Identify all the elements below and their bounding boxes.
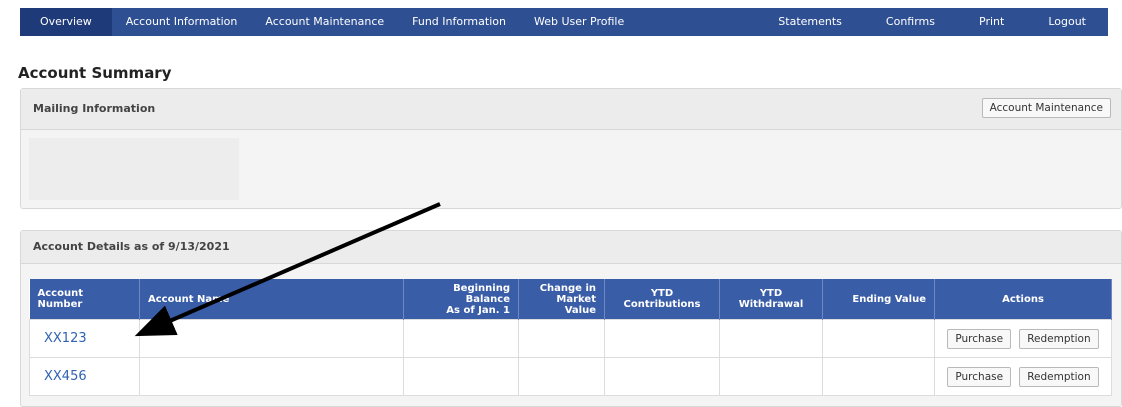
page-title: Account Summary xyxy=(18,64,172,82)
col-account-number[interactable]: Account Number xyxy=(29,279,140,320)
col-beginning-balance-line2: As of Jan. 1 xyxy=(446,304,510,316)
account-maintenance-button[interactable]: Account Maintenance xyxy=(981,98,1111,118)
col-ytd-contributions[interactable]: YTD Contributions xyxy=(604,279,720,320)
mailing-information-panel: Mailing Information Account Maintenance xyxy=(20,88,1122,209)
col-actions: Actions xyxy=(934,279,1112,320)
nav-web-user-profile[interactable]: Web User Profile xyxy=(520,8,638,36)
account-details-table-wrap: Account Number Account Name Beginning Ba… xyxy=(29,279,1112,396)
beginning-balance-cell xyxy=(403,319,519,358)
account-name-cell xyxy=(139,357,404,396)
account-details-panel: Account Details as of 9/13/2021 Account … xyxy=(20,230,1122,407)
account-number-link[interactable]: XX123 xyxy=(29,319,140,358)
table-row: XX456 Purchase Redemption xyxy=(29,357,1112,396)
change-market-value-cell xyxy=(518,357,605,396)
actions-cell: Purchase Redemption xyxy=(934,357,1112,396)
ytd-contributions-cell xyxy=(604,357,720,396)
col-ending-value[interactable]: Ending Value xyxy=(822,279,935,320)
table-header-row: Account Number Account Name Beginning Ba… xyxy=(29,279,1112,320)
purchase-button[interactable]: Purchase xyxy=(947,328,1012,349)
ytd-contributions-cell xyxy=(604,319,720,358)
mailing-panel-header: Mailing Information Account Maintenance xyxy=(21,89,1121,130)
mailing-panel-body xyxy=(21,130,1121,208)
actions-cell: Purchase Redemption xyxy=(934,319,1112,358)
nav-fund-information[interactable]: Fund Information xyxy=(398,8,520,36)
ending-value-cell xyxy=(822,319,935,358)
ytd-withdrawal-cell xyxy=(719,357,823,396)
account-details-title: Account Details as of 9/13/2021 xyxy=(33,240,230,253)
table-row: XX123 Purchase Redemption xyxy=(29,319,1112,358)
ending-value-cell xyxy=(822,357,935,396)
top-nav-bar: Overview Account Information Account Mai… xyxy=(20,8,1108,36)
beginning-balance-cell xyxy=(403,357,519,396)
col-account-name[interactable]: Account Name xyxy=(139,279,404,320)
account-details-header: Account Details as of 9/13/2021 xyxy=(21,231,1121,264)
nav-statements[interactable]: Statements xyxy=(756,8,864,36)
col-beginning-balance-line1: Beginning Balance xyxy=(453,282,510,305)
nav-overview[interactable]: Overview xyxy=(20,8,112,36)
nav-account-maintenance[interactable]: Account Maintenance xyxy=(251,8,398,36)
purchase-button[interactable]: Purchase xyxy=(947,366,1012,387)
account-number-link[interactable]: XX456 xyxy=(29,357,140,396)
account-details-table: Account Number Account Name Beginning Ba… xyxy=(29,279,1112,396)
col-change-in-market-value[interactable]: Change in Market Value xyxy=(518,279,605,320)
account-name-cell xyxy=(139,319,404,358)
nav-account-information[interactable]: Account Information xyxy=(112,8,252,36)
col-beginning-balance[interactable]: Beginning Balance As of Jan. 1 xyxy=(403,279,519,320)
col-change-line2: Market Value xyxy=(556,293,596,316)
redemption-button[interactable]: Redemption xyxy=(1019,328,1099,349)
mailing-panel-title: Mailing Information xyxy=(33,102,156,115)
redemption-button[interactable]: Redemption xyxy=(1019,366,1099,387)
mailing-address-block xyxy=(29,138,239,200)
change-market-value-cell xyxy=(518,319,605,358)
nav-confirms[interactable]: Confirms xyxy=(864,8,957,36)
col-ytd-withdrawal[interactable]: YTD Withdrawal xyxy=(719,279,823,320)
nav-logout[interactable]: Logout xyxy=(1026,8,1108,36)
nav-print[interactable]: Print xyxy=(957,8,1026,36)
ytd-withdrawal-cell xyxy=(719,319,823,358)
col-change-line1: Change in xyxy=(539,282,596,294)
